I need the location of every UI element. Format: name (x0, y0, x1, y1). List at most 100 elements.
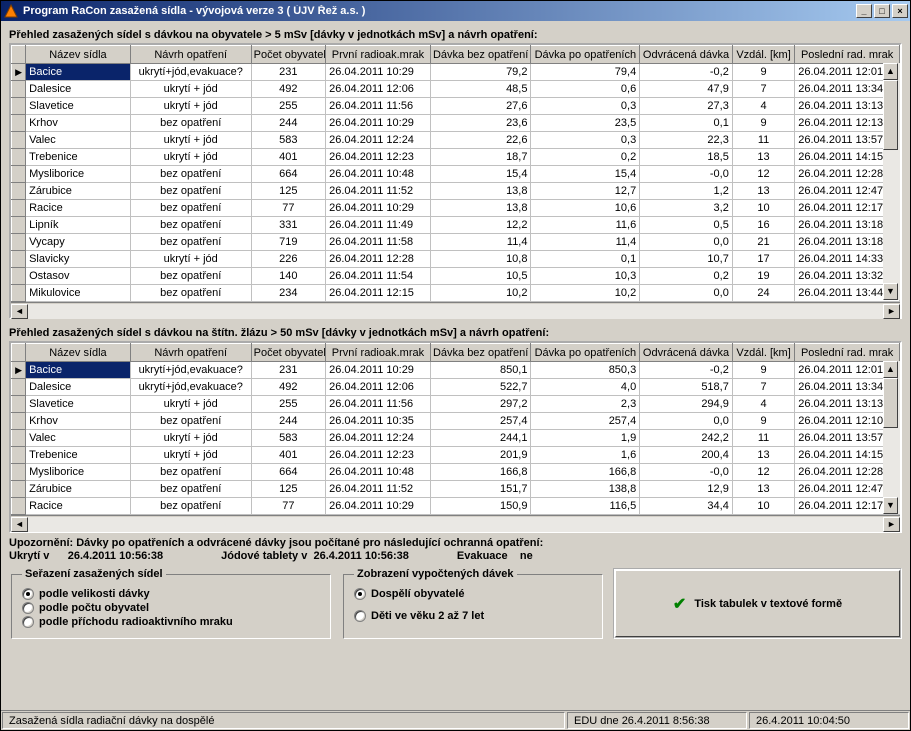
sort-by-pop-radio[interactable]: podle počtu obyvatel (22, 602, 320, 614)
table-row[interactable]: Slavickyukrytí + jód22626.04.2011 12:281… (12, 251, 900, 268)
table-row[interactable]: Zárubicebez opatření12526.04.2011 11:521… (12, 183, 900, 200)
minimize-button[interactable]: _ (856, 4, 872, 18)
cell-name: Ostasov (26, 268, 131, 285)
table2-hscroll[interactable]: ◄ ► (11, 515, 900, 532)
cell-dist: 4 (732, 396, 794, 413)
table-row[interactable]: Lipníkbez opatření33126.04.2011 11:4912,… (12, 217, 900, 234)
table-row[interactable]: Mikulovicebez opatření23426.04.2011 12:1… (12, 285, 900, 302)
table-row[interactable]: Dalesiceukrytí + jód49226.04.2011 12:064… (12, 81, 900, 98)
table1-hscroll[interactable]: ◄ ► (11, 302, 900, 319)
cell-first: 26.04.2011 12:06 (326, 81, 431, 98)
table-row[interactable]: Racicebez opatření7726.04.2011 10:29150,… (12, 498, 900, 515)
cell-first: 26.04.2011 11:56 (326, 396, 431, 413)
col-first[interactable]: První radioak.mrak (326, 46, 431, 64)
scroll-left-icon[interactable]: ◄ (11, 304, 28, 319)
cell-pop: 231 (251, 362, 326, 379)
jod-value: 26.4.2011 10:56:38 (313, 550, 408, 562)
cell-dist: 13 (732, 481, 794, 498)
col-d2[interactable]: Odvrácená dávka (640, 46, 733, 64)
dose-children-radio[interactable]: Děti ve věku 2 až 7 let (354, 610, 592, 622)
cell-first: 26.04.2011 11:49 (326, 217, 431, 234)
cell-name: Trebenice (26, 149, 131, 166)
cell-d0: 201,9 (430, 447, 531, 464)
col-d1[interactable]: Dávka po opatřeních (531, 46, 640, 64)
table-row[interactable]: ▶Baciceukrytí+jód,evakuace?23126.04.2011… (12, 362, 900, 379)
cell-measure: ukrytí + jód (130, 81, 251, 98)
cell-name: Racice (26, 200, 131, 217)
col-last[interactable]: Poslední rad. mrak (795, 46, 900, 64)
row-marker (12, 285, 26, 302)
close-button[interactable]: × (892, 4, 908, 18)
scroll-right-icon[interactable]: ► (883, 304, 900, 319)
table-row[interactable]: Krhovbez opatření24426.04.2011 10:35257,… (12, 413, 900, 430)
cell-name: Krhov (26, 115, 131, 132)
row-marker (12, 98, 26, 115)
table-row[interactable]: Ostasovbez opatření14026.04.2011 11:5410… (12, 268, 900, 285)
table-row[interactable]: Dalesiceukrytí+jód,evakuace?49226.04.201… (12, 379, 900, 396)
cell-d1: 10,3 (531, 268, 640, 285)
checkmark-icon: ✔ (673, 594, 686, 614)
table-row[interactable]: Slaveticeukrytí + jód25526.04.2011 11:56… (12, 98, 900, 115)
col-name[interactable]: Název sídla (26, 46, 131, 64)
table-row[interactable]: Valecukrytí + jód58326.04.2011 12:24244,… (12, 430, 900, 447)
row-marker (12, 115, 26, 132)
maximize-button[interactable]: □ (874, 4, 890, 18)
cell-dist: 7 (732, 379, 794, 396)
table-row[interactable]: Zárubicebez opatření12526.04.2011 11:521… (12, 481, 900, 498)
cell-d2: 12,9 (640, 481, 733, 498)
col-dist[interactable]: Vzdál. [km] (732, 46, 794, 64)
col-d0[interactable]: Dávka bez opatření (430, 46, 531, 64)
cell-measure: bez opatření (130, 464, 251, 481)
cell-first: 26.04.2011 12:23 (326, 149, 431, 166)
cell-d0: 151,7 (430, 481, 531, 498)
sort-by-dose-radio[interactable]: podle velikosti dávky (22, 588, 320, 600)
titlebar[interactable]: Program RaCon zasažená sídla - vývojová … (1, 1, 910, 21)
cell-d2: 27,3 (640, 98, 733, 115)
cell-pop: 401 (251, 149, 326, 166)
cell-first: 26.04.2011 11:52 (326, 183, 431, 200)
cell-dist: 21 (732, 234, 794, 251)
table-row[interactable]: Vycapybez opatření71926.04.2011 11:5811,… (12, 234, 900, 251)
cell-d0: 150,9 (430, 498, 531, 515)
scroll-right-icon[interactable]: ► (883, 517, 900, 532)
scroll-down-icon[interactable]: ▼ (883, 283, 898, 300)
cell-d1: 4,0 (531, 379, 640, 396)
cell-name: Racice (26, 498, 131, 515)
scroll-up-icon[interactable]: ▲ (883, 361, 898, 378)
cell-d0: 297,2 (430, 396, 531, 413)
scroll-thumb[interactable] (883, 80, 898, 150)
cell-d2: 518,7 (640, 379, 733, 396)
table-row[interactable]: Slaveticeukrytí + jód25526.04.2011 11:56… (12, 396, 900, 413)
main-window: Program RaCon zasažená sídla - vývojová … (0, 0, 911, 731)
col-pop[interactable]: Počet obyvatel (251, 46, 326, 64)
table-row[interactable]: Racicebez opatření7726.04.2011 10:2913,8… (12, 200, 900, 217)
cell-name: Lipník (26, 217, 131, 234)
table2: Název sídla Návrh opatření Počet obyvate… (9, 341, 902, 533)
sort-by-cloud-radio[interactable]: podle příchodu radioaktivního mraku (22, 616, 320, 628)
cell-first: 26.04.2011 10:29 (326, 498, 431, 515)
print-button[interactable]: ✔ Tisk tabulek v textové formě (615, 570, 900, 637)
cell-measure: ukrytí + jód (130, 396, 251, 413)
scroll-left-icon[interactable]: ◄ (11, 517, 28, 532)
table-row[interactable]: Mysliboricebez opatření66426.04.2011 10:… (12, 464, 900, 481)
cell-d0: 79,2 (430, 64, 531, 81)
table2-vscroll[interactable]: ▲ ▼ (883, 361, 900, 514)
table1-vscroll[interactable]: ▲ ▼ (883, 63, 900, 300)
table-row[interactable]: Trebeniceukrytí + jód40126.04.2011 12:23… (12, 149, 900, 166)
cell-pop: 492 (251, 379, 326, 396)
table-row[interactable]: Krhovbez opatření24426.04.2011 10:2923,6… (12, 115, 900, 132)
dose-adults-radio[interactable]: Dospělí obyvatelé (354, 588, 592, 600)
cell-first: 26.04.2011 10:29 (326, 115, 431, 132)
cell-name: Vycapy (26, 234, 131, 251)
table-row[interactable]: Trebeniceukrytí + jód40126.04.2011 12:23… (12, 447, 900, 464)
table-row[interactable]: Mysliboricebez opatření66426.04.2011 10:… (12, 166, 900, 183)
col-measure[interactable]: Návrh opatření (130, 46, 251, 64)
status-pane-1: Zasažená sídla radiační dávky na dospělé (2, 712, 565, 729)
scroll-down-icon[interactable]: ▼ (883, 497, 898, 514)
table-row[interactable]: Valecukrytí + jód58326.04.2011 12:2422,6… (12, 132, 900, 149)
cell-d2: 3,2 (640, 200, 733, 217)
cell-measure: bez opatření (130, 234, 251, 251)
scroll-up-icon[interactable]: ▲ (883, 63, 898, 80)
table-row[interactable]: ▶Baciceukrytí+jód,evakuace?23126.04.2011… (12, 64, 900, 81)
scroll-thumb[interactable] (883, 378, 898, 428)
